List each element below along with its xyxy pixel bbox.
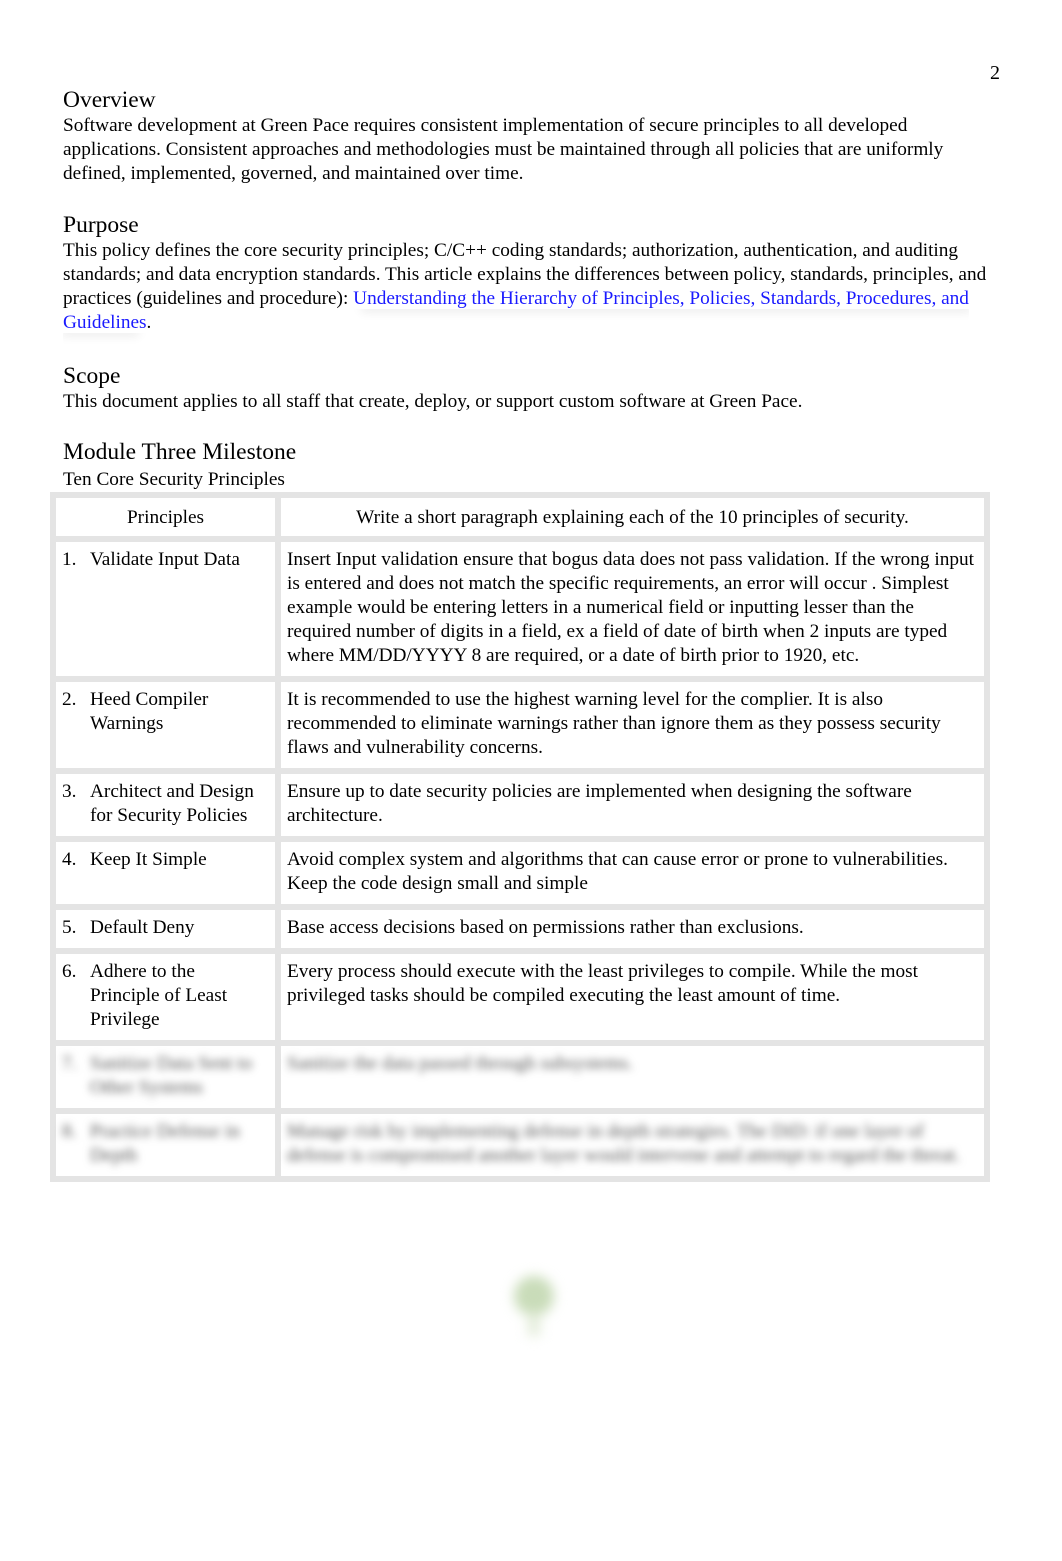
principle-name: Adhere to the Principle of Least Privile… — [90, 961, 228, 1030]
principle-number: 5. — [62, 917, 77, 938]
table-row: 6. Adhere to the Principle of Least Privi… — [50, 948, 990, 1046]
principle-number: 2. — [62, 689, 77, 710]
principle-number: 3. — [62, 781, 77, 802]
principle-name: Validate Input Data — [90, 549, 240, 570]
principle-name: Keep It Simple — [90, 849, 207, 870]
principle-cell: 4. Keep It Simple — [50, 836, 281, 910]
table-row: 7. Sanitize Data Sent to Other Systems San… — [50, 1040, 990, 1114]
principle-name: Heed Compiler Warnings — [90, 689, 209, 734]
purpose-section: Purpose This policy defines the core sec… — [63, 211, 993, 335]
overview-section: Overview Software development at Green P… — [63, 86, 993, 186]
overview-body: Software development at Green Pace requi… — [63, 115, 944, 184]
principles-table-wrapper: Principles Write a short paragraph expla… — [50, 492, 990, 1182]
principle-cell: 2. Heed Compiler Warnings — [50, 676, 281, 774]
scope-heading: Scope — [63, 363, 121, 389]
principle-number: 7. — [62, 1053, 77, 1074]
principle-description: Avoid complex system and algorithms that… — [275, 836, 990, 910]
principle-cell: 5. Default Deny — [50, 904, 281, 954]
scope-body: This document applies to all staff that … — [63, 391, 803, 412]
table-row: 8. Practice Defense in Depth Manage risk b… — [50, 1108, 990, 1182]
table-row: 3. Architect and Design for Security Poli… — [50, 768, 990, 842]
principle-description: Manage risk by implementing defense in d… — [275, 1108, 990, 1182]
purpose-body: This policy defines the core security pr… — [63, 239, 993, 335]
principle-number: 1. — [62, 549, 77, 570]
principle-name: Architect and Design for Security Polici… — [90, 781, 254, 826]
principle-description: Base access decisions based on permissio… — [275, 904, 990, 954]
principle-cell: 1. Validate Input Data — [50, 536, 281, 682]
principle-name: Default Deny — [90, 917, 195, 938]
principle-description: Insert Input validation ensure that bogu… — [275, 536, 990, 682]
purpose-heading: Purpose — [63, 212, 139, 238]
principle-cell: 3. Architect and Design for Security Poli… — [50, 768, 281, 842]
principle-number: 8. — [62, 1121, 77, 1142]
page-number: 2 — [990, 62, 1000, 84]
overview-heading: Overview — [63, 87, 156, 113]
logo-trunk — [528, 1312, 540, 1336]
table-row: 4. Keep It Simple Avoid complex system and… — [50, 836, 990, 910]
header-principles: Principles — [50, 492, 281, 542]
logo-crown — [514, 1276, 554, 1316]
principle-description: Sanitize the data passed through subsyst… — [275, 1040, 990, 1114]
tree-logo-icon — [508, 1272, 558, 1342]
header-description: Write a short paragraph explaining each … — [275, 492, 990, 542]
table-row: 5. Default Deny Base access decisions base… — [50, 904, 990, 954]
table-header-row: Principles Write a short paragraph expla… — [50, 492, 990, 542]
purpose-trailing: . — [146, 312, 152, 333]
module-section: Module Three Milestone Ten Core Security… — [63, 438, 993, 493]
principle-description: Ensure up to date security policies are … — [275, 768, 990, 842]
principle-description: It is recommended to use the highest war… — [275, 676, 990, 774]
principle-number: 4. — [62, 849, 77, 870]
table-row: 1. Validate Input Data Insert Input valida… — [50, 536, 990, 682]
principle-cell: 7. Sanitize Data Sent to Other Systems — [50, 1040, 281, 1114]
principle-cell: 6. Adhere to the Principle of Least Privi… — [50, 948, 281, 1046]
principle-cell: 8. Practice Defense in Depth — [50, 1108, 281, 1182]
scope-section: Scope This document applies to all staff… — [63, 362, 993, 414]
module-heading: Module Three Milestone — [63, 439, 297, 465]
principle-description: Every process should execute with the le… — [275, 948, 990, 1046]
principle-number: 6. — [62, 961, 77, 982]
module-subheading: Ten Core Security Principles — [63, 469, 285, 490]
principle-name: Practice Defense in Depth — [90, 1121, 240, 1166]
table-row: 2. Heed Compiler Warnings It is recommende… — [50, 676, 990, 774]
principles-table: Principles Write a short paragraph expla… — [50, 492, 990, 1182]
principle-name: Sanitize Data Sent to Other Systems — [90, 1053, 253, 1098]
